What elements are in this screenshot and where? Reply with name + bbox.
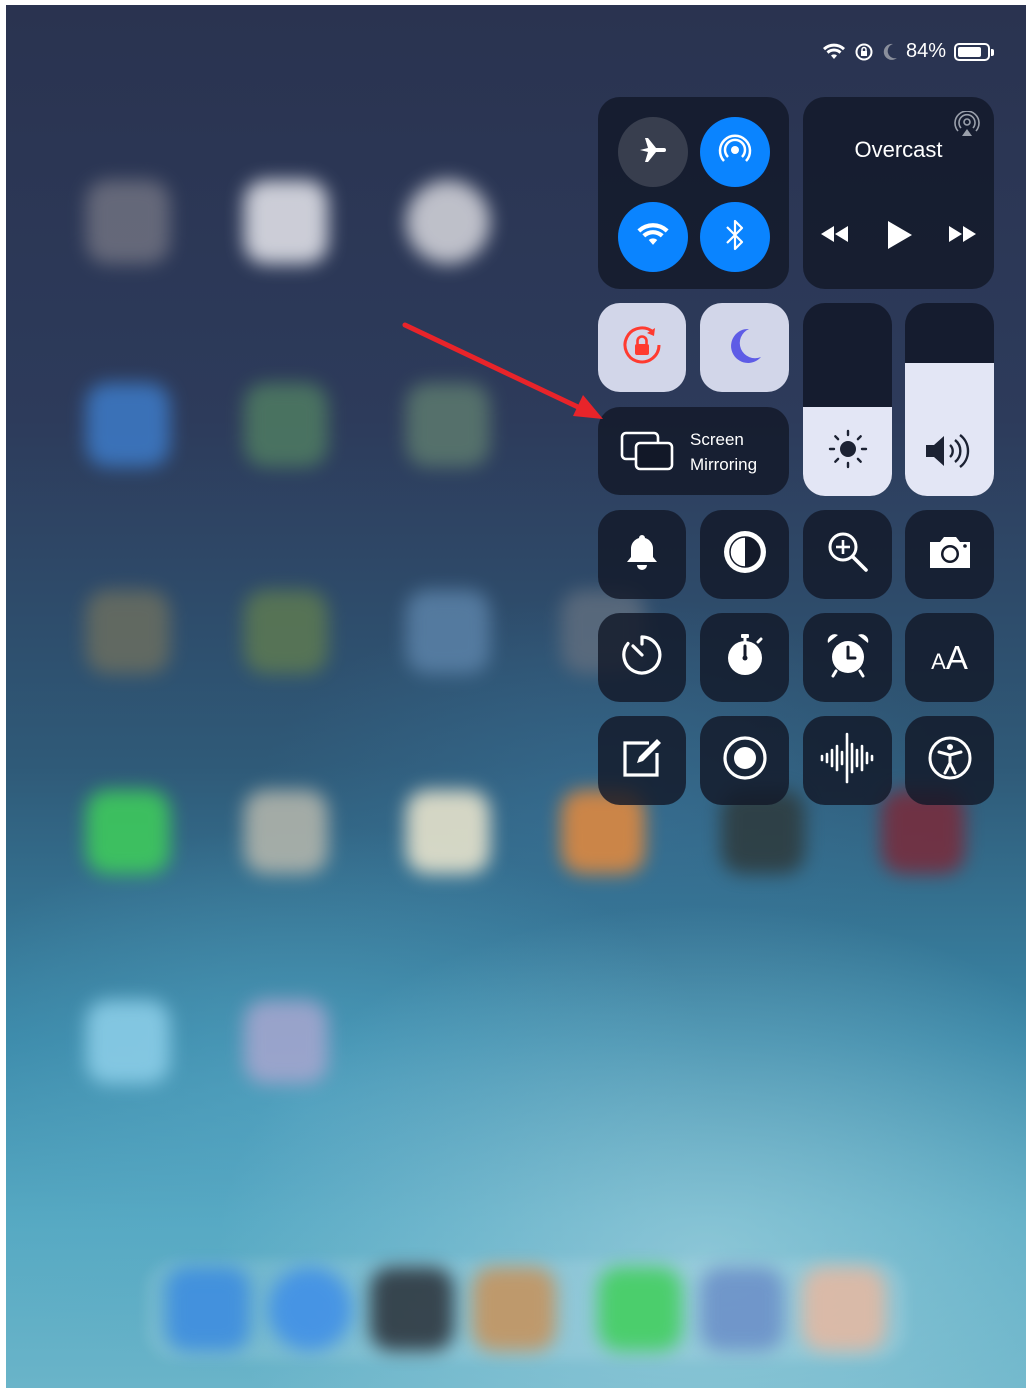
wifi-icon (822, 43, 846, 61)
blurred-app-icon (86, 790, 170, 874)
screen-record-button[interactable] (700, 716, 789, 805)
wifi-toggle[interactable] (618, 202, 688, 272)
blurred-app-icon (244, 590, 328, 674)
blurred-app-icon (86, 1000, 170, 1084)
stopwatch-button[interactable] (700, 613, 789, 702)
airplane-icon (636, 133, 670, 172)
camera-button[interactable] (905, 510, 994, 599)
voice-memos-button[interactable] (803, 716, 892, 805)
airdrop-icon (715, 130, 755, 175)
wifi-icon (636, 222, 670, 253)
orientation-lock-icon (619, 322, 665, 373)
stopwatch-icon (723, 632, 767, 683)
blurred-app-icon (86, 383, 170, 467)
airdrop-toggle[interactable] (700, 117, 770, 187)
annotation-arrow (402, 322, 603, 419)
screen-record-icon (721, 734, 769, 787)
blurred-app-icon (86, 180, 170, 264)
notes-icon (619, 735, 665, 786)
speaker-icon (922, 431, 978, 476)
brightness-slider[interactable] (803, 303, 892, 496)
dark-mode-icon (721, 528, 769, 581)
volume-slider[interactable] (905, 303, 994, 496)
voice-memos-icon (818, 732, 878, 789)
do-not-disturb-toggle[interactable] (700, 303, 789, 392)
blurred-app-icon (244, 790, 328, 874)
blurred-app-icon (406, 180, 490, 264)
dark-mode-button[interactable] (700, 510, 789, 599)
blurred-app-icon (244, 383, 328, 467)
timer-button[interactable] (598, 613, 686, 702)
screen-mirroring-label-line1: Screen (690, 430, 744, 449)
text-size-button[interactable]: AA (905, 613, 994, 702)
battery-fill (958, 46, 981, 57)
timer-icon (620, 633, 664, 682)
magnifier-button[interactable] (803, 510, 892, 599)
bell-icon (624, 532, 660, 577)
airplane-mode-toggle[interactable] (618, 117, 688, 187)
connectivity-module (598, 97, 789, 289)
screen-mirroring-button[interactable]: Screen Mirroring (598, 407, 789, 495)
blurred-app-icon (244, 1000, 328, 1084)
now-playing-module: Overcast (803, 97, 994, 289)
blurred-dock-icon (370, 1267, 454, 1351)
camera-icon (926, 532, 974, 577)
bluetooth-toggle[interactable] (700, 202, 770, 272)
accessibility-icon (926, 734, 974, 787)
bluetooth-icon (724, 218, 746, 257)
rewind-button[interactable] (819, 223, 851, 250)
screen-mirroring-label-line2: Mirroring (690, 455, 758, 474)
blurred-dock-icon (700, 1267, 784, 1351)
blurred-dock-icon (268, 1267, 352, 1351)
play-button[interactable] (885, 219, 915, 256)
screen-mirroring-label: Screen Mirroring (690, 427, 757, 477)
blurred-app-icon (406, 590, 490, 674)
blurred-app-icon (86, 590, 170, 674)
text-size-icon: AA (931, 638, 968, 676)
status-bar: 84% (822, 40, 994, 63)
moon-icon (882, 43, 898, 61)
blurred-dock-icon (166, 1267, 250, 1351)
blurred-dock-icon (472, 1267, 556, 1351)
battery-percent: 84% (905, 40, 946, 62)
volume-level (905, 362, 994, 496)
notes-button[interactable] (598, 716, 686, 805)
sun-icon (826, 427, 870, 476)
now-playing-title: Overcast (854, 137, 943, 162)
blurred-app-icon (406, 790, 490, 874)
blurred-dock-icon (802, 1267, 886, 1351)
screen-mirroring-icon (620, 431, 674, 476)
silent-mode-button[interactable] (598, 510, 686, 599)
alarm-icon (824, 631, 872, 684)
battery-icon (954, 42, 994, 61)
fast-forward-button[interactable] (946, 223, 978, 250)
magnifier-icon (825, 529, 871, 580)
blurred-app-icon (244, 180, 328, 264)
moon-icon (725, 325, 765, 370)
accessibility-button[interactable] (905, 716, 994, 805)
alarm-button[interactable] (803, 613, 892, 702)
blurred-dock-icon (598, 1267, 682, 1351)
orientation-lock-icon (854, 42, 874, 62)
